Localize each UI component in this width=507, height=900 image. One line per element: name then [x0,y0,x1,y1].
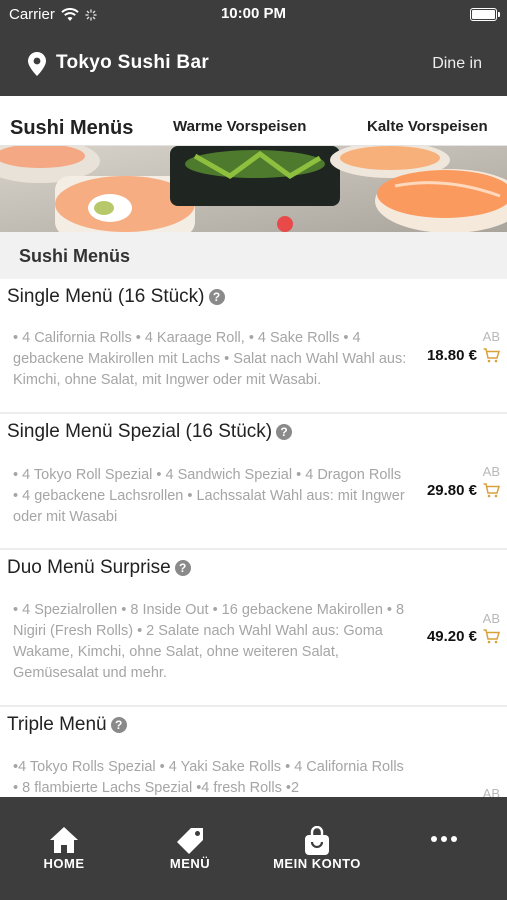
bottom-tab-label: HOME [43,856,85,871]
tab-warme-vorspeisen[interactable]: Warme Vorspeisen [173,96,306,146]
more-icon [431,836,457,842]
price-prefix: AB [482,329,500,344]
item-name-row: Single Menü Spezial (16 Stück) ? [7,421,293,443]
cart-icon[interactable] [483,348,500,363]
item-name-row: Single Menü (16 Stück) ? [7,286,225,308]
item-description: • 4 Spezialrollen • 8 Inside Out • 16 ge… [13,602,405,681]
info-icon[interactable]: ? [208,289,225,305]
info-icon[interactable]: ? [110,717,127,733]
battery-icon [470,8,500,21]
bottom-tab-bar: HOME MENÜ MEIN KONTO [0,797,507,900]
bottom-tab-more[interactable] [389,797,499,900]
order-mode-button[interactable]: Dine in [432,55,482,73]
bottom-tab-home[interactable]: HOME [9,797,119,900]
menu-item[interactable]: Duo Menü Surprise ? • 4 Spezialrollen • … [0,550,507,707]
price-prefix: AB [482,611,500,626]
item-name-row: Duo Menü Surprise ? [7,557,191,579]
category-tabs: Sushi Menüs Warme Vorspeisen Kalte Vorsp… [0,96,507,146]
location-pin-icon[interactable] [28,52,46,76]
item-description: •4 Tokyo Rolls Spezial • 4 Yaki Sake Rol… [13,759,404,796]
tag-icon [177,828,203,854]
price-prefix: AB [482,464,500,479]
info-icon[interactable]: ? [276,424,293,440]
menu-item[interactable]: Single Menü (16 Stück) ? • 4 California … [0,279,507,414]
restaurant-name[interactable]: Tokyo Sushi Bar [56,52,209,74]
price-prefix: AB [482,786,500,797]
item-price: 49.20 € [426,628,477,645]
cart-icon[interactable] [483,629,500,644]
sushi-photo [0,146,507,232]
item-name: Duo Menü Surprise [7,557,171,578]
bottom-tab-label: MENÜ [169,856,211,871]
bottom-tab-label: MEIN KONTO [273,856,361,871]
section-title: Sushi Menüs [19,246,131,266]
cart-icon[interactable] [483,483,500,498]
tab-sushi-menus[interactable]: Sushi Menüs [10,96,133,146]
menu-item[interactable]: Triple Menü ? •4 Tokyo Rolls Spezial • 4… [0,707,507,797]
status-bar: Carrier 10:00 PM [0,0,507,28]
info-icon[interactable]: ? [174,560,191,576]
item-name: Single Menü (16 Stück) [7,286,205,307]
tab-kalte-vorspeisen[interactable]: Kalte Vorspeisen [367,96,488,146]
status-time: 10:00 PM [220,5,287,22]
item-name-row: Triple Menü ? [7,714,127,736]
item-name: Triple Menü [7,714,107,735]
menu-item[interactable]: Single Menü Spezial (16 Stück) ? • 4 Tok… [0,414,507,550]
section-header: Sushi Menüs [0,232,507,279]
item-price: 18.80 € [426,347,477,364]
item-description: • 4 Tokyo Roll Spezial • 4 Sandwich Spez… [13,467,405,525]
bottom-tab-menu[interactable]: MENÜ [135,797,245,900]
bottom-tab-account[interactable]: MEIN KONTO [262,797,372,900]
item-name: Single Menü Spezial (16 Stück) [7,421,273,442]
top-bar: Carrier 10:00 PM Tokyo Sushi Bar Dine in [0,0,507,96]
shopping-bag-icon [305,826,329,855]
category-banner-image [0,146,507,232]
item-price: 29.80 € [426,482,477,499]
nav-bar: Tokyo Sushi Bar Dine in [0,40,507,90]
home-icon [50,827,78,853]
item-description: • 4 California Rolls • 4 Karaage Roll, •… [13,330,407,388]
